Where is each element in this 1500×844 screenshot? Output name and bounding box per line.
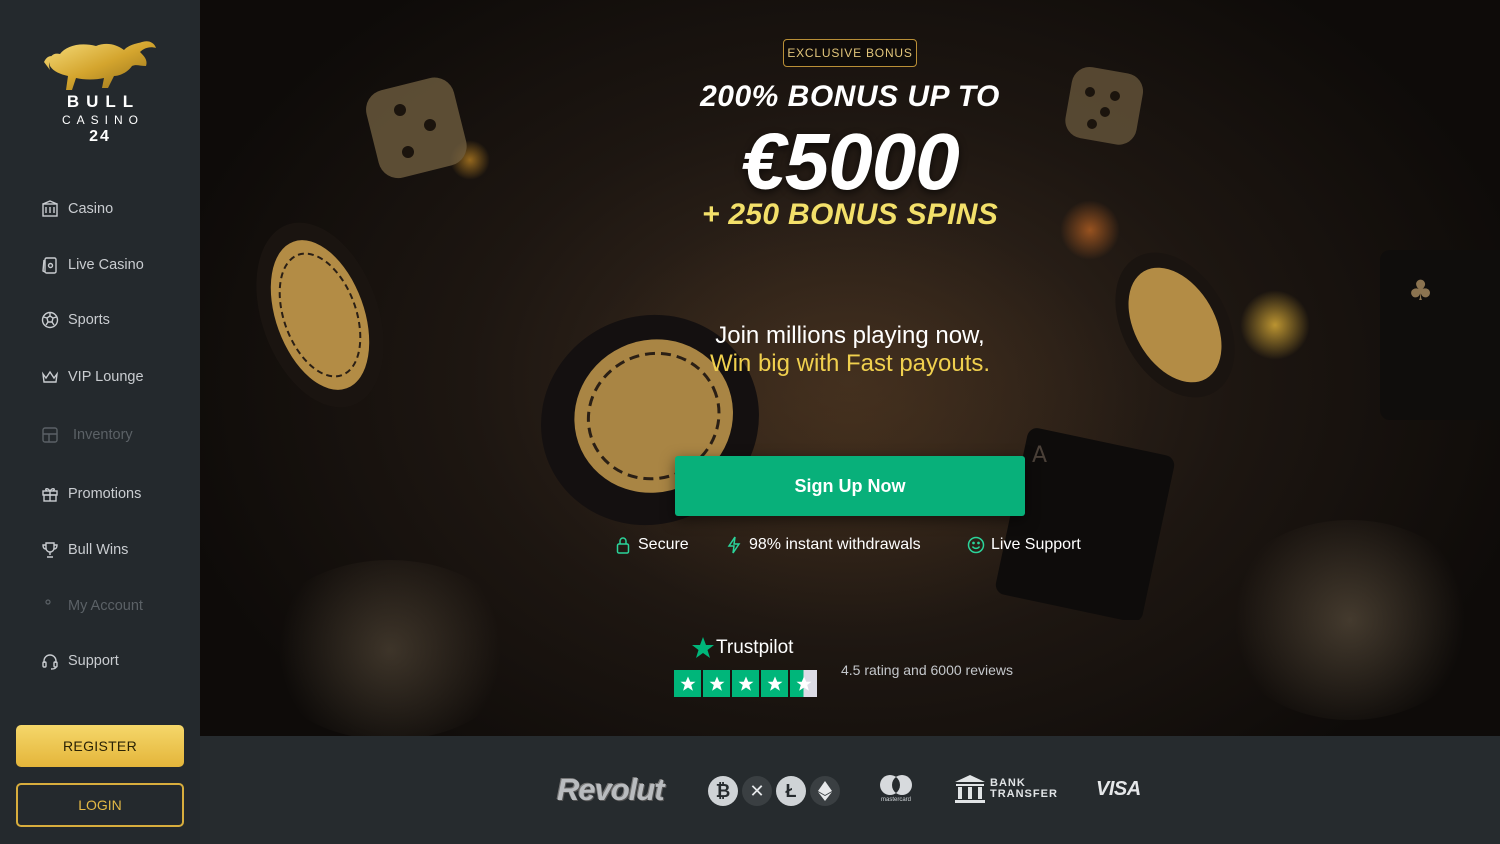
headset-icon [40, 651, 60, 671]
crown-icon [40, 367, 60, 387]
rating-star [732, 670, 759, 697]
mastercard-label: mastercard [880, 797, 911, 803]
sidebar-item-label: Live Casino [68, 257, 144, 273]
sidebar-item-label: Bull Wins [68, 542, 129, 558]
feature-live-support: Live Support [967, 536, 1081, 554]
cards-icon [40, 255, 60, 275]
sidebar-item-label: Support [68, 653, 119, 669]
revolut-logo: Revolut [557, 772, 665, 807]
lock-icon [614, 536, 632, 554]
mastercard-logo: mastercard [878, 774, 914, 803]
playing-card-icon: A [995, 428, 1175, 620]
rating-star-half [790, 670, 817, 697]
crypto-logos: ₿ ✕ Ł [708, 776, 840, 806]
register-button[interactable]: REGISTER [16, 725, 184, 767]
hero-banner: A ♣ EXCLUSIVE BONUS 200% BONUS UP TO €50… [200, 0, 1500, 736]
tagline-line-2: Win big with Fast payouts. [709, 350, 991, 377]
lightning-icon [725, 536, 743, 554]
bonus-headline: 200% BONUS UP TO [700, 80, 1000, 113]
rating-star [674, 670, 701, 697]
login-button[interactable]: LOGIN [16, 783, 184, 827]
sidebar-item-sports[interactable]: Sports [40, 308, 110, 332]
sidebar-item-bull-wins[interactable]: Bull Wins [40, 538, 128, 562]
trustpilot-brand: Trustpilot [716, 637, 794, 658]
sidebar-item-vip-lounge[interactable]: VIP Lounge [40, 365, 144, 389]
trophy-icon [40, 540, 60, 560]
trustpilot-rating-stars [674, 670, 817, 697]
feature-label: Secure [638, 536, 689, 553]
bank-transfer-line-2: TRANSFER [990, 788, 1058, 800]
trustpilot-rating-text: 4.5 rating and 6000 reviews [841, 662, 1013, 678]
brand-line-2: CASINO [61, 113, 144, 127]
inventory-icon [40, 425, 60, 445]
svg-text:♣: ♣ [1408, 274, 1433, 307]
xrp-icon: ✕ [742, 776, 772, 806]
sidebar-item-inventory[interactable]: Inventory [40, 423, 133, 447]
smiley-icon [967, 536, 985, 554]
bonus-spins: + 250 BONUS SPINS [701, 198, 999, 231]
mastercard-icon [880, 775, 912, 795]
golden-bull-icon [44, 41, 156, 90]
feature-list: Secure 98% instant withdrawals Live Supp… [200, 536, 1500, 560]
bitcoin-icon: ₿ [708, 776, 738, 806]
litecoin-icon: Ł [776, 776, 806, 806]
sidebar-item-label: My Account [68, 598, 143, 614]
rating-star [703, 670, 730, 697]
tagline-line-1: Join millions playing now, [715, 322, 985, 349]
sign-up-button[interactable]: Sign Up Now [675, 456, 1025, 516]
sidebar-item-promotions[interactable]: Promotions [40, 482, 141, 506]
visa-logo: VISA [1096, 778, 1141, 800]
poker-chip-icon [256, 222, 384, 408]
sidebar-item-label: Promotions [68, 486, 142, 502]
feature-withdrawals: 98% instant withdrawals [725, 536, 921, 554]
brand-line-3: 24 [89, 128, 111, 145]
sidebar-item-my-account[interactable]: My Account [40, 594, 143, 618]
exclusive-bonus-badge: EXCLUSIVE BONUS [783, 39, 917, 67]
trustpilot-logo[interactable]: Trustpilot [690, 636, 793, 660]
bonus-amount: €5000 [741, 117, 959, 206]
soccer-ball-icon [40, 310, 60, 330]
sidebar-item-label: Inventory [73, 427, 133, 443]
sidebar-item-live-casino[interactable]: Live Casino [40, 253, 144, 277]
sidebar-item-label: VIP Lounge [68, 369, 144, 385]
sidebar-item-casino[interactable]: Casino [40, 197, 113, 221]
trustpilot-star-icon [692, 637, 714, 658]
gift-icon [40, 484, 60, 504]
sidebar-item-label: Casino [68, 201, 114, 217]
feature-label: 98% instant withdrawals [749, 536, 921, 553]
sidebar-item-label: Sports [68, 312, 110, 328]
bokeh-light [260, 560, 520, 736]
bank-transfer-logo: BANK TRANSFER [954, 774, 1058, 804]
sidebar-item-support[interactable]: Support [40, 649, 119, 673]
app-root: BULL CASINO 24 Casino Live Casino Sports… [0, 0, 1500, 844]
bank-icon [955, 775, 985, 803]
payment-methods-bar: Revolut ₿ ✕ Ł mastercard BANK TRANSFER V… [200, 736, 1500, 844]
rating-star [761, 670, 788, 697]
casino-building-icon [40, 199, 60, 219]
feature-secure: Secure [614, 536, 689, 554]
brand-line-1: BULL [66, 92, 141, 111]
sidebar: BULL CASINO 24 Casino Live Casino Sports… [0, 0, 200, 844]
brand-logo[interactable]: BULL CASINO 24 [38, 36, 162, 148]
ethereum-icon [810, 776, 840, 806]
user-icon [40, 596, 60, 616]
svg-text:A: A [1032, 443, 1047, 468]
feature-label: Live Support [991, 536, 1081, 553]
